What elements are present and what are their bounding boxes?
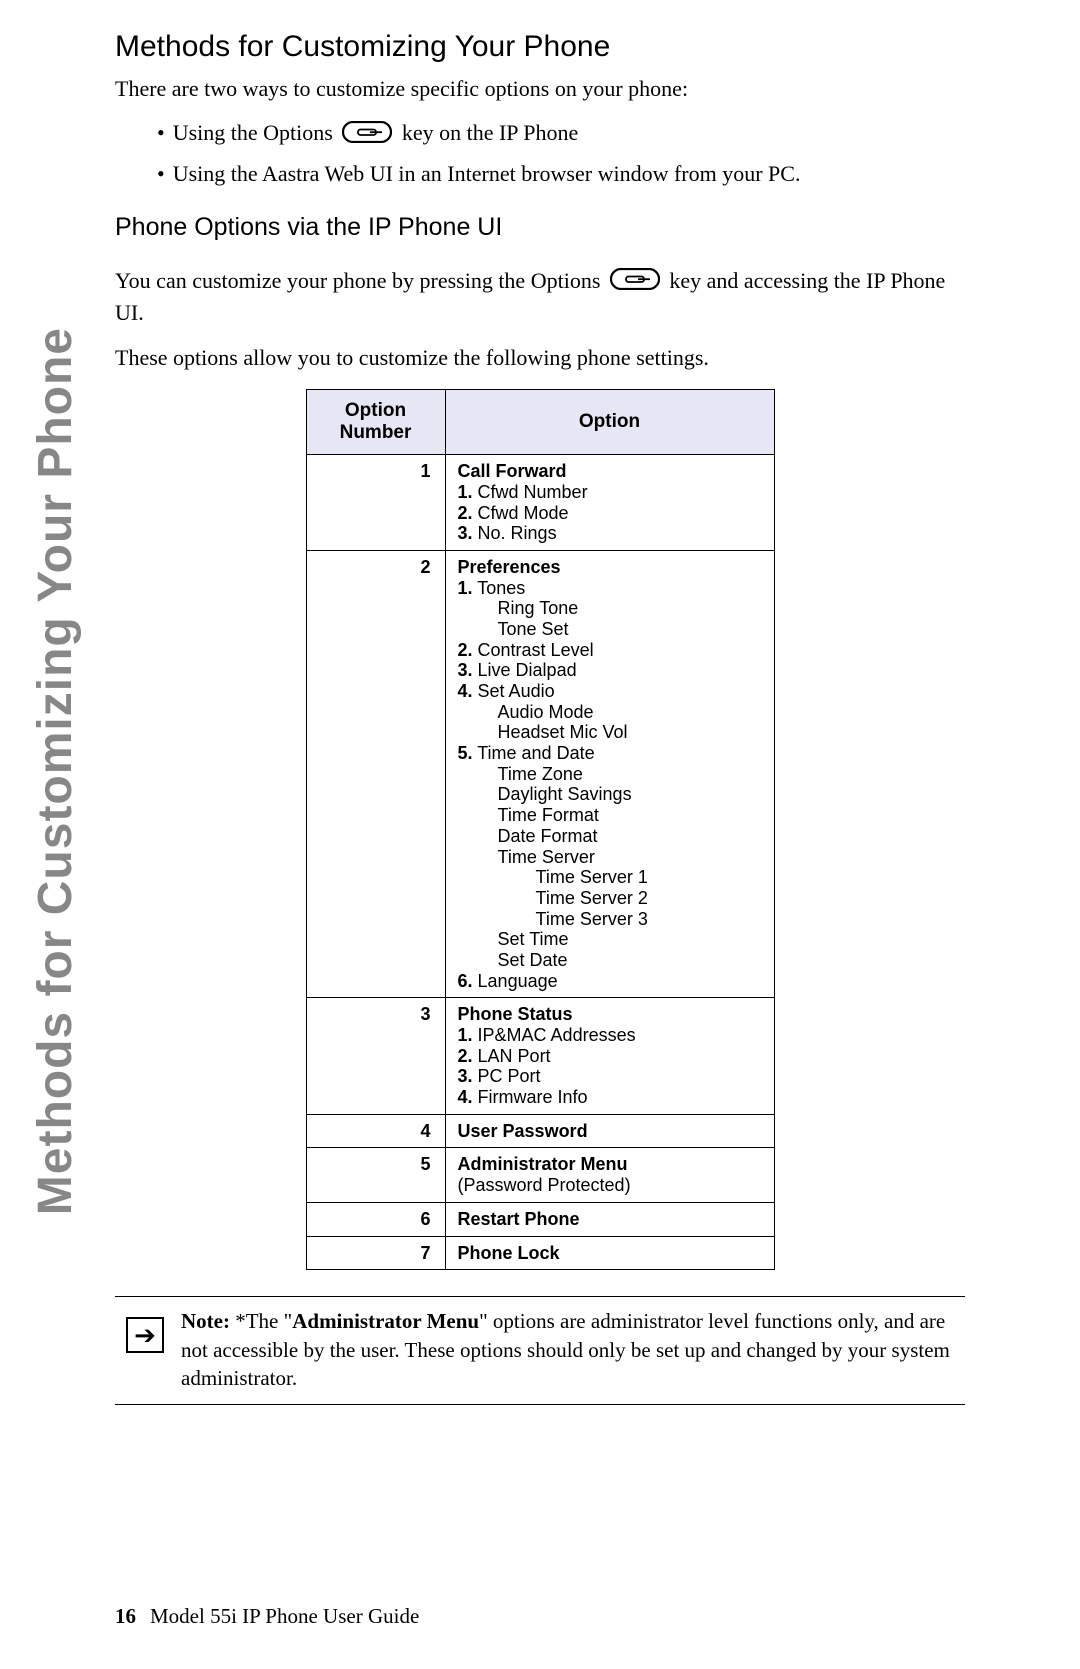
options-key-icon [342,121,392,149]
para-options-key: You can customize your phone by pressing… [115,266,965,327]
opt-number: 1 [306,455,445,551]
opt-cell: Phone Status 1. IP&MAC Addresses 2. LAN … [445,998,774,1114]
opt-sub-indent: Daylight Savings [458,784,762,805]
opt-sub: 4. Set Audio [458,681,762,702]
opt-cell: User Password [445,1114,774,1148]
opt-title: Administrator Menu [458,1154,628,1174]
opt-title: Phone Status [458,1004,573,1024]
opt-sub: 1. Tones [458,578,762,599]
methods-list: Using the Options key on the IP Phone Us… [115,120,965,187]
opt-sub-indent: Time Format [458,805,762,826]
opt-sub-indent: Time Zone [458,764,762,785]
opt-sub: 4. Firmware Info [458,1087,762,1108]
table-row: 7 Phone Lock [306,1236,774,1270]
intro-text: There are two ways to customize specific… [115,76,965,102]
opt-title: User Password [458,1121,588,1141]
opt-sub: 6. Language [458,971,762,992]
opt-number: 2 [306,550,445,997]
options-table: Option Number Option 1 Call Forward 1. C… [306,389,775,1270]
opt-sub: 3. Live Dialpad [458,660,762,681]
table-row: 3 Phone Status 1. IP&MAC Addresses 2. LA… [306,998,774,1114]
arrow-right-icon: ➔ [126,1317,164,1353]
table-header-number: Option Number [306,390,445,455]
opt-sub-indent: Set Time [458,929,762,950]
footer-title: Model 55i IP Phone User Guide [150,1604,419,1628]
opt-number: 3 [306,998,445,1114]
bullet-dot [157,120,173,145]
note-text: Note: *The "Administrator Menu" options … [175,1307,965,1392]
opt-title: Phone Lock [458,1243,560,1263]
bullet-dot [157,161,173,186]
opt-sub-indent: Headset Mic Vol [458,722,762,743]
table-row: 1 Call Forward 1. Cfwd Number 2. Cfwd Mo… [306,455,774,551]
opt-sub-indent: Audio Mode [458,702,762,723]
table-row: 6 Restart Phone [306,1202,774,1236]
list-item: Using the Options key on the IP Phone [157,120,965,149]
bullet1-pre: Using the Options [173,120,333,145]
opt-sub: 2. Contrast Level [458,640,762,661]
table-row: 5 Administrator Menu (Password Protected… [306,1148,774,1202]
opt-sub: 3. No. Rings [458,523,762,544]
opt-sub-indent: Ring Tone [458,598,762,619]
bullet2-text: Using the Aastra Web UI in an Internet b… [173,161,801,186]
opt-sub: 3. PC Port [458,1066,762,1087]
opt-sub: 2. Cfwd Mode [458,503,762,524]
opt-title: Preferences [458,557,561,577]
opt-number: 5 [306,1148,445,1202]
page-footer: 16 Model 55i IP Phone User Guide [115,1604,419,1629]
opt-sub-indent: Time Server [458,847,762,868]
opt-cell: Phone Lock [445,1236,774,1270]
side-heading: Methods for Customizing Your Phone [20,25,90,1215]
subheading: Phone Options via the IP Phone UI [115,213,965,242]
side-heading-text: Methods for Customizing Your Phone [28,327,83,1215]
opt-title: Call Forward [458,461,567,481]
opt-sub: 1. IP&MAC Addresses [458,1025,762,1046]
para-settings: These options allow you to customize the… [115,343,965,373]
opt-sub-indent2: Time Server 1 [458,867,762,888]
opt-cell: Administrator Menu (Password Protected) [445,1148,774,1202]
opt-sub: (Password Protected) [458,1175,762,1196]
opt-number: 4 [306,1114,445,1148]
list-item: Using the Aastra Web UI in an Internet b… [157,161,965,187]
opt-number: 6 [306,1202,445,1236]
table-row: 2 Preferences 1. Tones Ring Tone Tone Se… [306,550,774,997]
note-pre: *The " [230,1309,292,1333]
opt-number: 7 [306,1236,445,1270]
opt-sub: 2. LAN Port [458,1046,762,1067]
note-admin: Administrator Menu [292,1309,479,1333]
note-label: Note: [181,1309,230,1333]
opt-cell: Restart Phone [445,1202,774,1236]
page-number: 16 [115,1604,136,1628]
opt-cell: Call Forward 1. Cfwd Number 2. Cfwd Mode… [445,455,774,551]
opt-sub-indent: Set Date [458,950,762,971]
opt-title: Restart Phone [458,1209,580,1229]
table-row: 4 User Password [306,1114,774,1148]
bullet1-post: key on the IP Phone [402,120,578,145]
opt-sub: 5. Time and Date [458,743,762,764]
opt-cell: Preferences 1. Tones Ring Tone Tone Set … [445,550,774,997]
note-block: ➔ Note: *The "Administrator Menu" option… [115,1296,965,1405]
options-key-icon [610,268,660,298]
opt-sub-indent2: Time Server 2 [458,888,762,909]
note-icon-wrap: ➔ [115,1307,175,1353]
opt-sub-indent: Tone Set [458,619,762,640]
table-header-option: Option [445,390,774,455]
opt-sub: 1. Cfwd Number [458,482,762,503]
para2-pre: You can customize your phone by pressing… [115,268,600,293]
page-title: Methods for Customizing Your Phone [115,30,965,64]
opt-sub-indent: Date Format [458,826,762,847]
opt-sub-indent2: Time Server 3 [458,909,762,930]
